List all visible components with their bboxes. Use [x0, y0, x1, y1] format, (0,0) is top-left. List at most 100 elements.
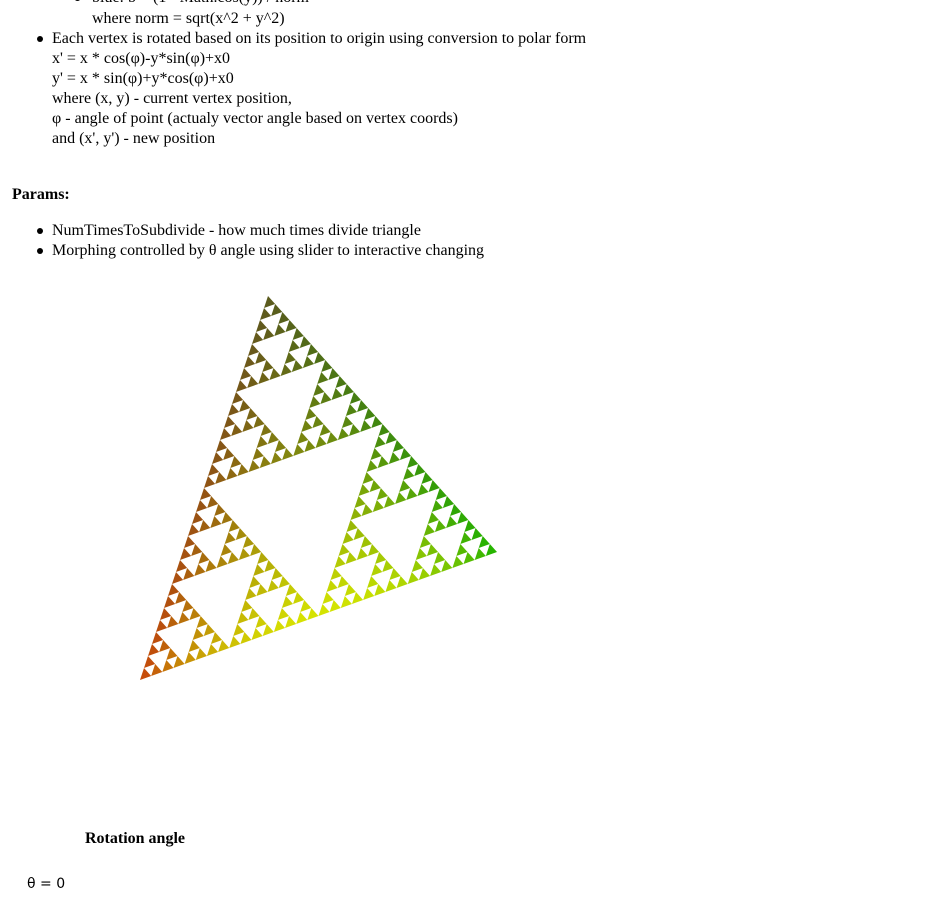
fractal-triangle — [241, 600, 253, 612]
fractal-triangle — [474, 548, 486, 560]
fractal-triangle — [421, 472, 433, 484]
rotation-angle-label: Rotation angle — [85, 830, 185, 847]
fractal-triangle — [354, 496, 366, 508]
fractal-triangle — [198, 552, 210, 564]
fractal-triangle — [345, 404, 358, 416]
fractal-triangle — [382, 560, 394, 572]
fractal-triangle — [173, 656, 185, 668]
fractal-triangle — [236, 380, 248, 392]
fractal-triangle — [371, 564, 383, 576]
fractal-triangle — [441, 560, 453, 572]
fractal-triangle — [312, 416, 324, 428]
fractal-triangle — [292, 328, 304, 340]
fractal-triangle — [392, 440, 404, 452]
fractal-triangle — [430, 564, 442, 576]
fractal-triangle — [233, 624, 245, 636]
fractal-triangle — [252, 332, 264, 344]
fractal-triangle — [262, 360, 274, 372]
fractal-triangle — [366, 460, 378, 472]
fractal-triangle — [191, 544, 203, 556]
fractal-triangle — [253, 564, 265, 576]
fractal-triangle — [418, 568, 431, 580]
fractal-triangle — [285, 320, 297, 332]
fractal-triangle — [152, 632, 164, 644]
fractal-triangle — [164, 596, 176, 608]
fractal-triangle — [407, 456, 419, 468]
fractal-triangle — [240, 368, 252, 380]
fractal-triangle — [307, 608, 319, 620]
fractal-triangle — [330, 568, 342, 580]
fractal-triangle — [192, 512, 204, 524]
fractal-triangle — [162, 660, 174, 672]
fractal-triangle — [284, 352, 296, 364]
fractal-triangle — [140, 668, 152, 680]
fractal-triangle — [305, 408, 317, 420]
fractal-triangle — [274, 440, 287, 452]
fractal-triangle — [208, 464, 220, 476]
fractal-triangle — [417, 484, 429, 496]
fractal-triangle — [221, 512, 233, 524]
fractal-triangle — [288, 340, 300, 352]
fractal-triangle — [414, 464, 426, 476]
fractal-triangle — [256, 436, 268, 448]
fractal-triangle — [175, 592, 187, 604]
fractal-triangle — [252, 448, 264, 460]
fractal-triangle — [262, 624, 274, 636]
fractal-triangle — [196, 616, 208, 628]
fractal-triangle — [329, 600, 341, 612]
fractal-triangle — [369, 480, 381, 492]
fractal-triangle — [385, 432, 397, 444]
fractal-triangle — [178, 612, 190, 624]
fractal-triangle — [378, 424, 390, 436]
fractal-triangle — [442, 496, 455, 508]
fractal-triangle — [184, 536, 196, 548]
fractal-triangle — [205, 560, 217, 572]
fractal-triangle — [192, 628, 204, 640]
fractal-triangle — [144, 656, 156, 668]
fractal-triangle — [199, 520, 211, 532]
fractal-triangle — [244, 356, 256, 368]
fractal-triangle — [285, 616, 297, 628]
fractal-triangle — [345, 552, 357, 564]
fractal-triangle — [377, 456, 389, 468]
fractal-triangle — [228, 520, 240, 532]
fractal-triangle — [232, 392, 244, 404]
fractal-triangle — [302, 356, 315, 368]
fractal-triangle — [267, 432, 279, 444]
fractal-triangle — [237, 464, 249, 476]
fractal-triangle — [260, 308, 272, 320]
fractal-triangle — [280, 364, 292, 376]
fractal-triangle — [320, 392, 332, 404]
fractal-triangle — [349, 392, 362, 404]
fractal-triangle — [246, 408, 258, 420]
fractal-triangle — [194, 564, 206, 576]
fractal-triangle — [428, 480, 440, 492]
fractal-triangle — [207, 496, 219, 508]
fractal-triangle — [389, 568, 401, 580]
fractal-triangle — [160, 608, 172, 620]
fractal-triangle — [267, 580, 279, 592]
fractal-triangle — [172, 572, 184, 584]
fractal-triangle — [176, 560, 188, 572]
fractal-triangle — [419, 536, 431, 548]
fractal-triangle — [242, 420, 254, 432]
fractal-triangle — [349, 424, 361, 436]
fractal-triangle — [415, 548, 427, 560]
fractal-triangle — [296, 612, 308, 624]
fractal-triangle — [263, 328, 275, 340]
fractal-triangle — [227, 552, 239, 564]
fractal-triangle — [278, 576, 290, 588]
fractal-triangle — [216, 440, 228, 452]
fractal-triangle — [214, 504, 226, 516]
fractal-triangle — [360, 420, 372, 432]
fractal-triangle — [434, 552, 446, 564]
fractal-triangle — [383, 496, 396, 508]
fractal-triangle — [406, 488, 418, 500]
fractal-triangle — [434, 520, 447, 532]
fractal-triangle — [407, 572, 419, 584]
fractal-triangle — [271, 568, 283, 580]
fractal-triangle — [326, 432, 338, 444]
fractal-triangle — [338, 544, 350, 556]
fractal-triangle — [367, 544, 380, 556]
fractal-triangle — [334, 556, 346, 568]
